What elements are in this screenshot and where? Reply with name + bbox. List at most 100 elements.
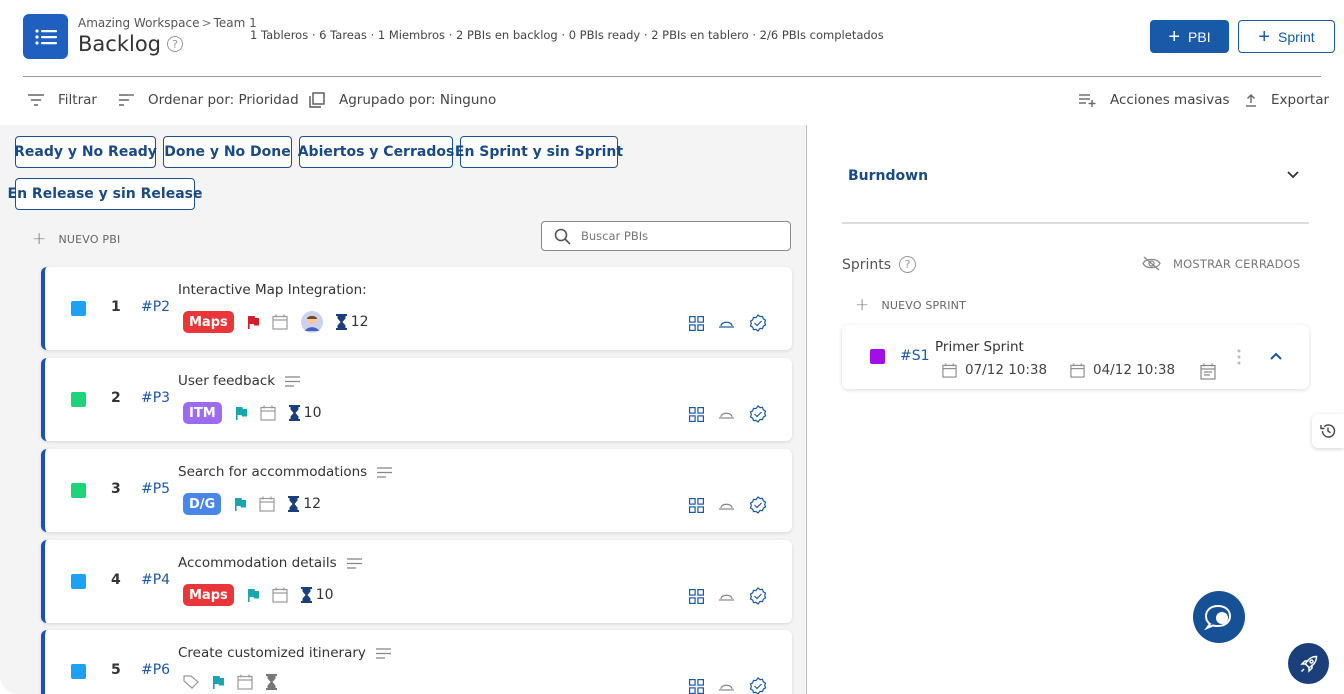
bulk-actions-button[interactable]: Acciones masivas [1079, 92, 1230, 108]
calendar-icon[interactable] [260, 405, 276, 421]
pbi-estimate[interactable]: 12 [288, 496, 321, 512]
pbi-code[interactable]: #P6 [141, 662, 170, 678]
burndown-accordion[interactable]: Burndown [837, 157, 1314, 194]
burndown-label: Burndown [848, 167, 929, 184]
pbi-code[interactable]: #P5 [141, 481, 170, 497]
flag-icon[interactable] [234, 497, 247, 511]
pbi-tag[interactable]: Maps [183, 311, 234, 333]
pbi-type-square [71, 392, 86, 407]
hourglass-icon[interactable] [266, 674, 277, 690]
flag-icon[interactable] [247, 588, 259, 602]
filter-chip-done[interactable]: Done y No Done [163, 136, 292, 168]
pbi-title[interactable]: Interactive Map Integration: [178, 282, 367, 298]
rocket-button[interactable] [1288, 643, 1329, 684]
calendar-icon[interactable] [237, 674, 253, 690]
filter-button[interactable]: Filtrar [28, 92, 97, 108]
tasks-grid-icon[interactable] [689, 315, 704, 331]
done-check-icon[interactable] [749, 314, 767, 332]
sprint-start-date[interactable]: 07/12 10:38 [942, 362, 1047, 378]
sort-button[interactable]: Ordenar por: Prioridad [119, 92, 299, 108]
pbi-card[interactable]: 2 #P3 User feedback ITM 10 [41, 358, 792, 441]
calendar-icon[interactable] [272, 314, 288, 330]
plus-icon: + [855, 295, 870, 315]
pbi-code[interactable]: #P2 [141, 299, 170, 315]
flag-icon[interactable] [212, 675, 224, 689]
pbi-card[interactable]: 3 #P5 Search for accommodations D/G 12 [41, 449, 792, 532]
filter-chip-ready[interactable]: Ready y No Ready [14, 136, 157, 168]
tasks-grid-icon[interactable] [689, 497, 704, 513]
chevron-up-icon[interactable] [1270, 352, 1282, 361]
sprint-card[interactable]: #S1 Primer Sprint 07/12 10:38 04/12 10:3… [842, 325, 1309, 389]
help-icon[interactable]: ? [167, 36, 183, 52]
show-closed-toggle[interactable]: MOSTRAR CERRADOS [1142, 256, 1300, 271]
pbi-estimate[interactable]: 12 [335, 314, 369, 330]
pbi-estimate[interactable]: 10 [288, 405, 321, 421]
rocket-icon [1299, 655, 1317, 673]
filter-chip-release[interactable]: En Release y sin Release [8, 178, 202, 210]
sprints-label: Sprints [842, 256, 892, 273]
avatar[interactable] [300, 311, 323, 333]
filter-icon [28, 94, 44, 106]
panel-divider[interactable] [806, 125, 807, 694]
more-vert-icon[interactable] [1237, 349, 1241, 365]
sprint-name[interactable]: Primer Sprint [935, 339, 1024, 355]
help-icon[interactable]: ? [899, 256, 917, 273]
pbi-type-square [71, 664, 86, 679]
done-check-icon[interactable] [749, 587, 767, 605]
pbi-actions [689, 587, 767, 605]
pbi-card[interactable]: 1 #P2 Interactive Map Integration: Maps … [41, 267, 792, 350]
pbi-title-text: Interactive Map Integration: [178, 282, 367, 298]
add-pbi-button[interactable]: + PBI [1150, 20, 1229, 53]
group-button[interactable]: Agrupado por: Ninguno [309, 92, 496, 108]
add-pbi-label: PBI [1188, 28, 1211, 45]
pbi-tag[interactable]: D/G [183, 493, 222, 515]
pbi-card[interactable]: 5 #P6 Create customized itinerary [41, 630, 792, 694]
pbi-code[interactable]: #P3 [141, 390, 170, 406]
backlog-list-icon[interactable] [23, 14, 68, 59]
tasks-grid-icon[interactable] [689, 588, 704, 604]
filter-chip-open-closed[interactable]: Abiertos y Cerrados [298, 136, 454, 168]
ready-bell-icon[interactable] [719, 499, 734, 511]
ready-bell-icon[interactable] [719, 680, 734, 692]
breadcrumb-workspace[interactable]: Amazing Workspace [78, 16, 200, 30]
tag-icon[interactable] [183, 675, 199, 689]
flag-icon[interactable] [247, 315, 259, 329]
pbi-title[interactable]: User feedback [178, 373, 301, 389]
chat-bubble-icon [1204, 604, 1232, 630]
export-button[interactable]: Exportar [1245, 92, 1329, 108]
chat-button[interactable] [1193, 591, 1245, 643]
calendar-icon[interactable] [272, 587, 288, 603]
search-pbis-input[interactable]: Buscar PBIs [541, 221, 791, 251]
add-sprint-button[interactable]: + Sprint [1238, 20, 1335, 53]
tasks-grid-icon[interactable] [689, 678, 704, 694]
ready-bell-icon[interactable] [719, 408, 734, 420]
group-label: Agrupado por: Ninguno [339, 92, 497, 108]
tasks-grid-icon[interactable] [689, 406, 704, 422]
pbi-card[interactable]: 4 #P4 Accommodation details Maps 10 [41, 540, 792, 623]
ready-bell-icon[interactable] [719, 590, 734, 602]
pbi-tag[interactable]: ITM [183, 402, 222, 424]
event-note-icon[interactable] [1200, 363, 1216, 380]
sprint-code[interactable]: #S1 [900, 348, 930, 364]
pbi-actions [689, 314, 767, 332]
toolbar: Filtrar Ordenar por: Prioridad Agrupado … [0, 79, 1344, 125]
pbi-title[interactable]: Create customized itinerary [178, 645, 391, 661]
done-check-icon[interactable] [749, 496, 767, 514]
history-tab[interactable] [1312, 414, 1344, 448]
pbi-title-text: User feedback [178, 373, 276, 389]
done-check-icon[interactable] [749, 677, 767, 694]
sprint-end-date[interactable]: 04/12 10:38 [1070, 362, 1175, 378]
pbi-title[interactable]: Search for accommodations [178, 464, 393, 480]
new-pbi-button[interactable]: + NUEVO PBI [32, 229, 120, 249]
flag-icon[interactable] [235, 406, 247, 420]
done-check-icon[interactable] [749, 405, 767, 423]
pbi-estimate[interactable]: 10 [300, 587, 334, 603]
sort-icon [119, 94, 134, 106]
new-sprint-button[interactable]: + NUEVO SPRINT [855, 295, 966, 315]
pbi-tag[interactable]: Maps [183, 584, 234, 606]
calendar-icon[interactable] [259, 496, 275, 512]
filter-chip-sprint[interactable]: En Sprint y sin Sprint [455, 136, 623, 168]
ready-bell-icon[interactable] [719, 317, 734, 329]
pbi-code[interactable]: #P4 [141, 572, 170, 588]
pbi-title[interactable]: Accommodation details [178, 555, 362, 571]
